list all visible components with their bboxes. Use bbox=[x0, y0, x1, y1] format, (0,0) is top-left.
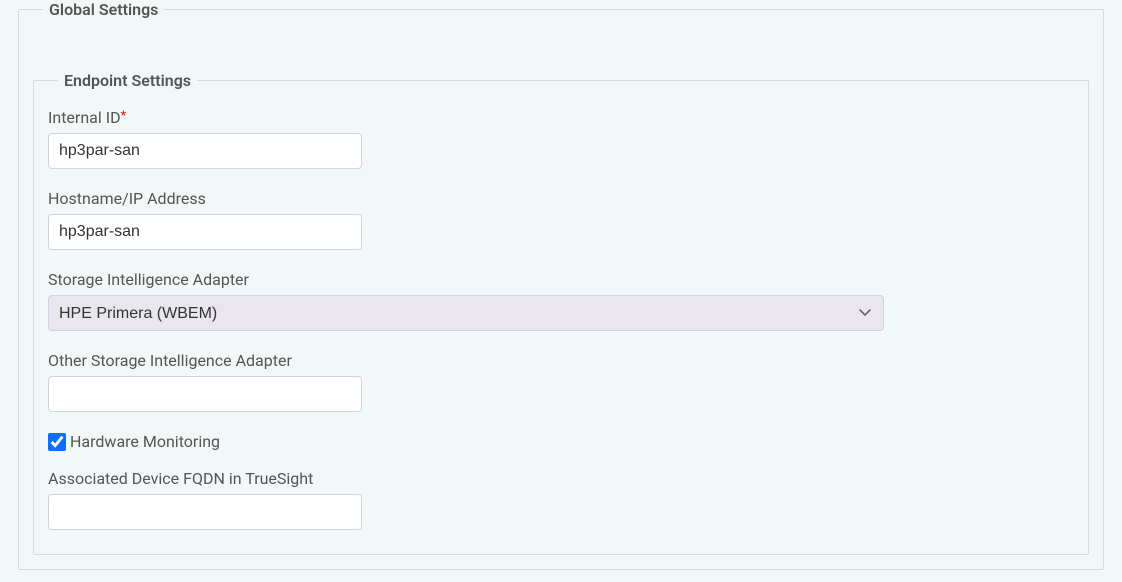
hardware-monitoring-label: Hardware Monitoring bbox=[70, 432, 220, 451]
hardware-monitoring-row: Hardware Monitoring bbox=[48, 432, 1074, 451]
hostname-label: Hostname/IP Address bbox=[48, 189, 1074, 208]
internal-id-label-text: Internal ID bbox=[48, 108, 121, 127]
storage-adapter-label: Storage Intelligence Adapter bbox=[48, 270, 1074, 289]
hardware-monitoring-checkbox[interactable] bbox=[48, 433, 66, 451]
other-storage-adapter-input[interactable] bbox=[48, 376, 362, 412]
storage-adapter-select[interactable]: HPE Primera (WBEM) bbox=[48, 295, 884, 331]
internal-id-input[interactable] bbox=[48, 133, 362, 169]
endpoint-settings-fieldset: Endpoint Settings Internal ID* Hostname/… bbox=[33, 71, 1089, 555]
storage-adapter-row: Storage Intelligence Adapter HPE Primera… bbox=[48, 270, 1074, 331]
global-settings-legend: Global Settings bbox=[43, 0, 164, 19]
associated-device-input[interactable] bbox=[48, 494, 362, 530]
hostname-input[interactable] bbox=[48, 214, 362, 250]
required-indicator-icon: * bbox=[121, 108, 126, 122]
internal-id-label: Internal ID* bbox=[48, 108, 1074, 127]
associated-device-row: Associated Device FQDN in TrueSight bbox=[48, 469, 1074, 530]
global-settings-fieldset: Global Settings Endpoint Settings Intern… bbox=[18, 0, 1104, 570]
other-storage-adapter-row: Other Storage Intelligence Adapter bbox=[48, 351, 1074, 412]
hostname-row: Hostname/IP Address bbox=[48, 189, 1074, 250]
internal-id-row: Internal ID* bbox=[48, 108, 1074, 169]
other-storage-adapter-label: Other Storage Intelligence Adapter bbox=[48, 351, 1074, 370]
associated-device-label: Associated Device FQDN in TrueSight bbox=[48, 469, 1074, 488]
endpoint-settings-legend: Endpoint Settings bbox=[58, 71, 197, 90]
